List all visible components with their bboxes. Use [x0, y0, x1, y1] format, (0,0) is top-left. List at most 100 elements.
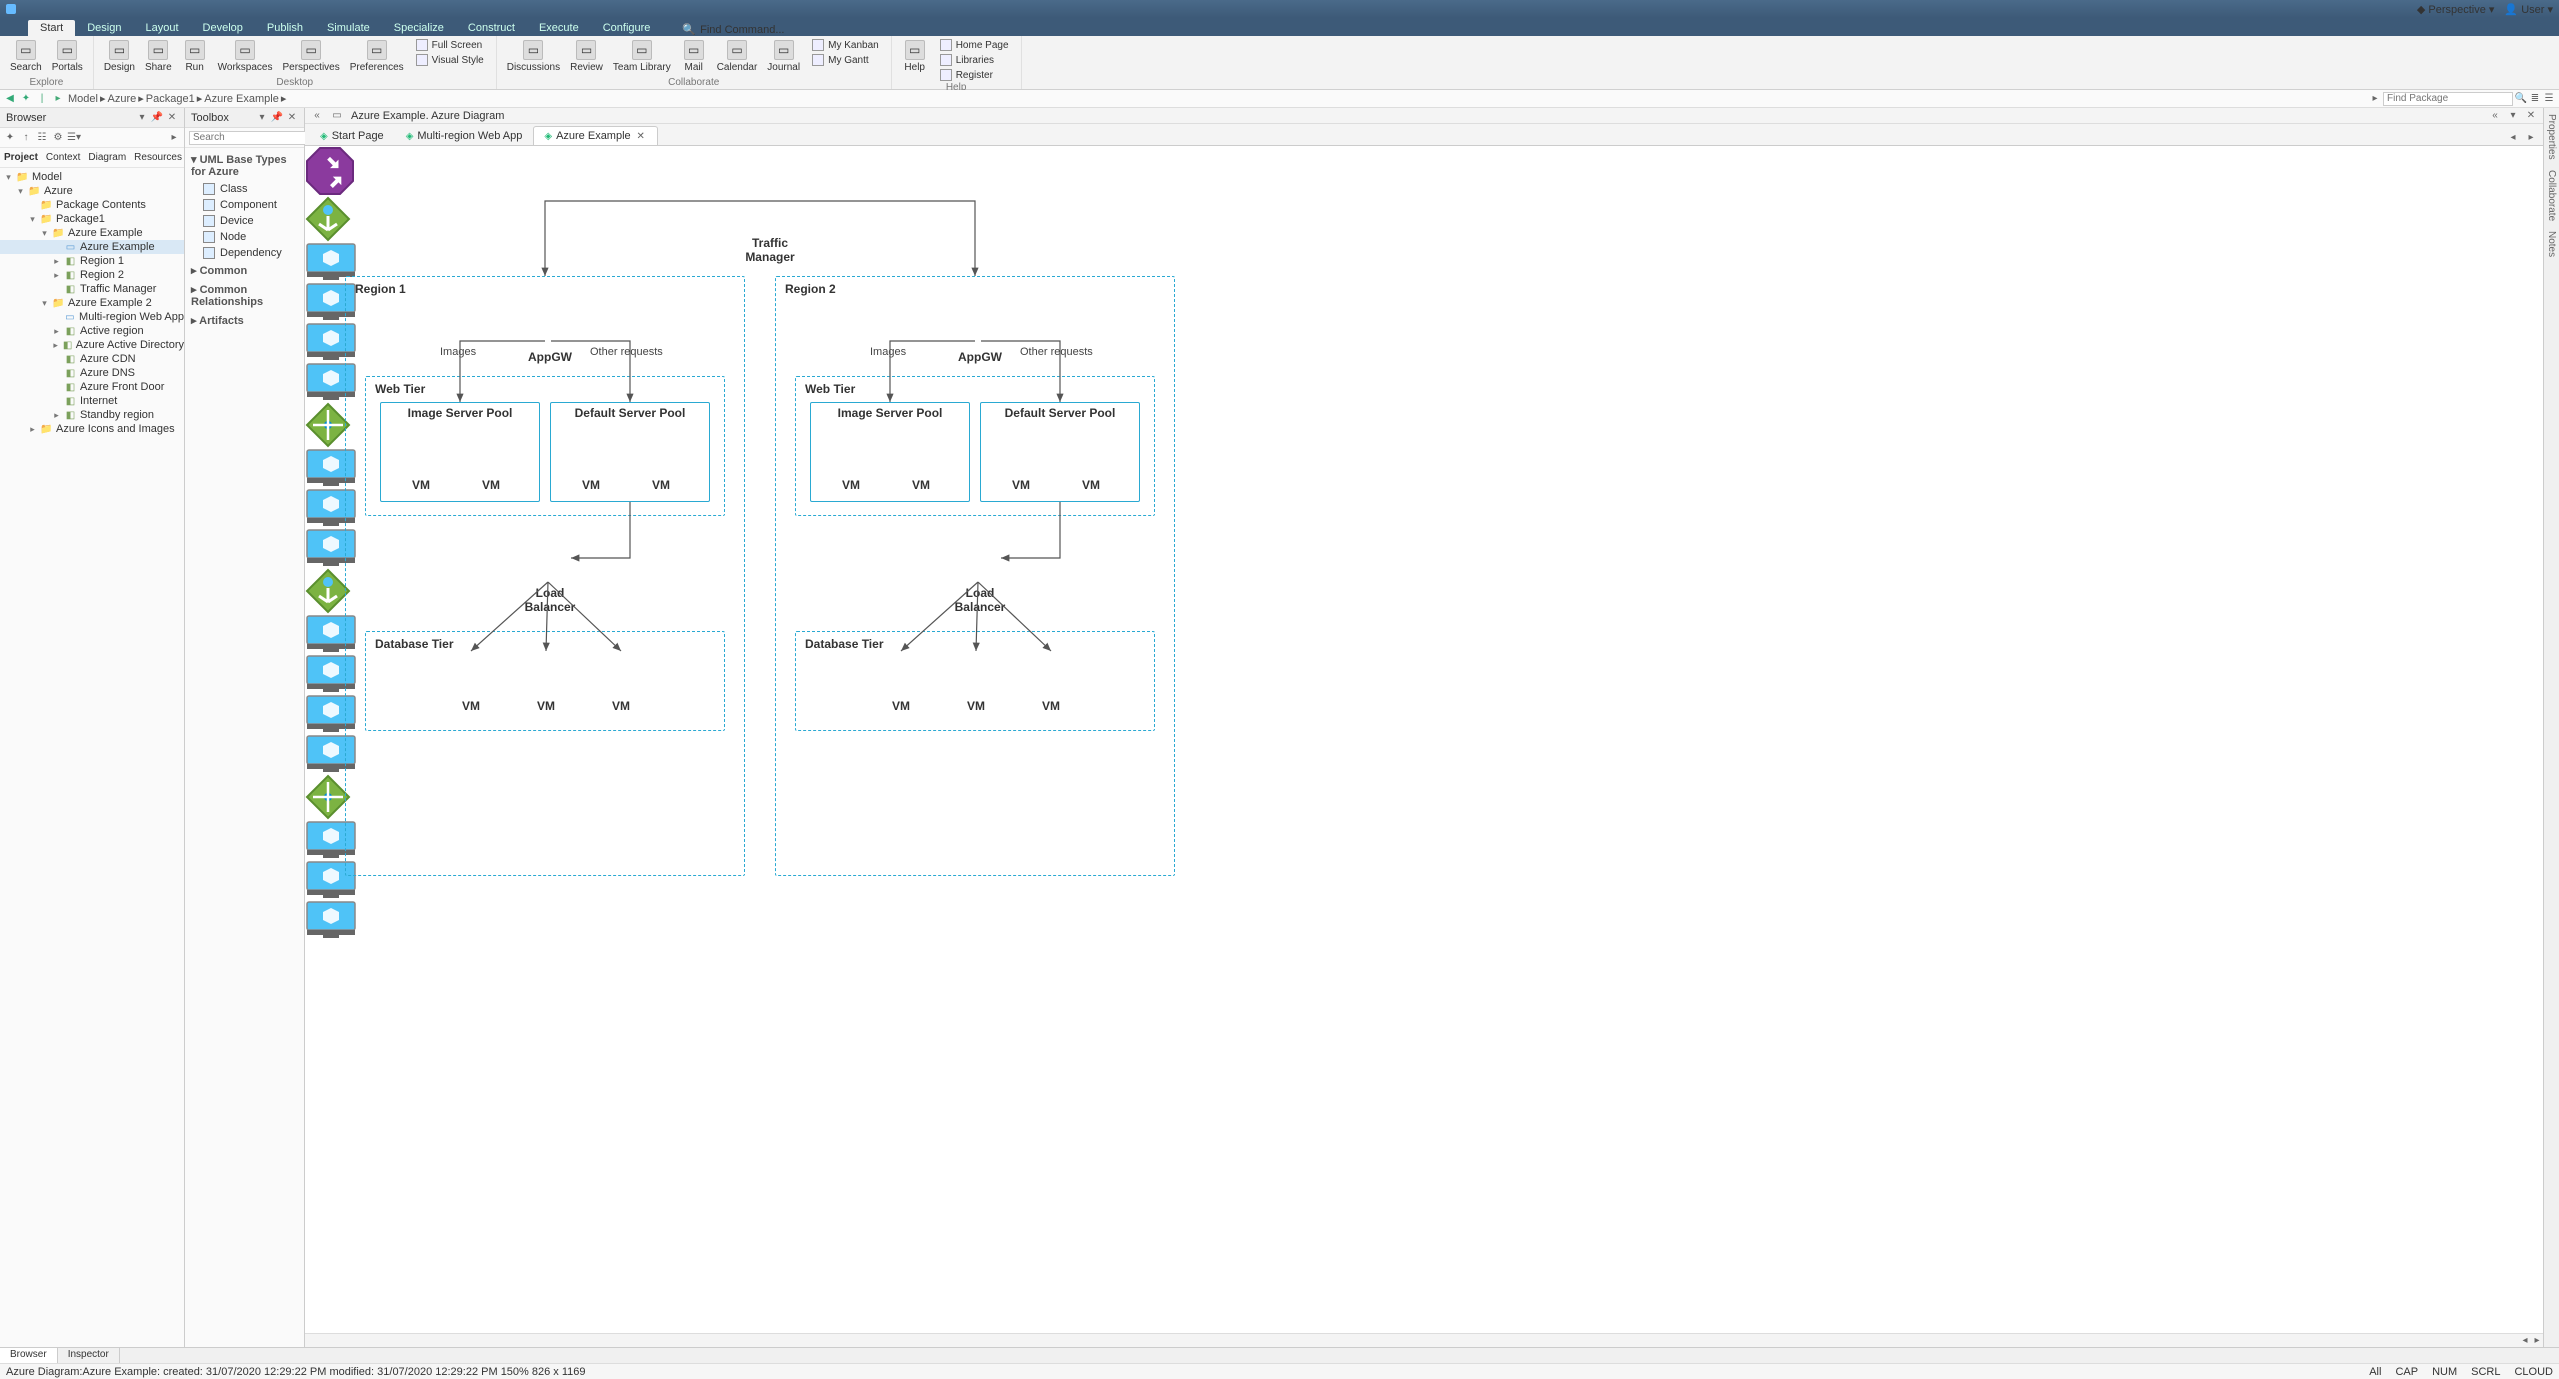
tree-node[interactable]: ◧Azure CDN — [0, 352, 184, 366]
ribbon-perspectives[interactable]: ▭Perspectives — [278, 38, 343, 75]
rail-collaborate[interactable]: Collaborate — [2546, 170, 2557, 221]
vm-node[interactable] — [305, 900, 357, 940]
ribbon-libraries[interactable]: Libraries — [938, 53, 1011, 67]
ribbon-home-page[interactable]: Home Page — [938, 38, 1011, 52]
ribbon-run[interactable]: ▭Run — [178, 38, 212, 75]
tool-icon[interactable]: ⚙ — [52, 132, 64, 144]
close-icon[interactable]: ✕ — [286, 112, 298, 124]
browser-tab-diagram[interactable]: Diagram — [88, 152, 126, 163]
perspective-menu[interactable]: ◆ Perspective ▾ — [2417, 3, 2495, 16]
user-menu[interactable]: 👤 User ▾ — [2504, 3, 2553, 16]
tree-node[interactable]: ◧Azure Front Door — [0, 380, 184, 394]
ribbon-journal[interactable]: ▭Journal — [763, 38, 804, 75]
ctx-dd-icon[interactable]: ▾ — [2507, 110, 2519, 122]
tree-node[interactable]: ▾📁Azure Example 2 — [0, 296, 184, 310]
ribbon-register[interactable]: Register — [938, 68, 1011, 82]
tree-node[interactable]: ▾📁Model — [0, 170, 184, 184]
ribbon-full-screen[interactable]: Full Screen — [414, 38, 486, 52]
toolbox-item-node[interactable]: Node — [189, 229, 300, 245]
find-package-input[interactable] — [2383, 92, 2513, 106]
toolbox-item-device[interactable]: Device — [189, 213, 300, 229]
ribbon-workspaces[interactable]: ▭Workspaces — [214, 38, 277, 75]
ribbon-help[interactable]: ▭Help — [898, 38, 932, 75]
crumb-0[interactable]: Model — [68, 93, 98, 105]
menu-icon[interactable]: ☰ — [2543, 93, 2555, 105]
menu-tab-design[interactable]: Design — [75, 20, 133, 36]
crumb-2[interactable]: Package1 — [146, 93, 195, 105]
ribbon-my-gantt[interactable]: My Gantt — [810, 53, 881, 67]
menu-tab-configure[interactable]: Configure — [591, 20, 663, 36]
traffic-manager-node[interactable] — [305, 146, 355, 196]
tab-next-icon[interactable]: ▸ — [2525, 131, 2537, 143]
menu-tab-simulate[interactable]: Simulate — [315, 20, 382, 36]
crumb-3[interactable]: Azure Example — [204, 93, 279, 105]
tree-node[interactable]: ▾📁Package1 — [0, 212, 184, 226]
tree-icon[interactable]: ☷ — [36, 132, 48, 144]
ribbon-search[interactable]: ▭Search — [6, 38, 46, 75]
tree-node[interactable]: ▭Multi-region Web App — [0, 310, 184, 324]
ctx-close-icon[interactable]: ✕ — [2525, 110, 2537, 122]
breadcrumb[interactable]: Model▸Azure▸Package1▸Azure Example▸ — [68, 92, 288, 105]
list-icon[interactable]: ☰▾ — [68, 132, 80, 144]
tree-node[interactable]: ▸◧Region 1 — [0, 254, 184, 268]
diagram-canvas[interactable]: TrafficManagerRegion 1AppGWImagesOther r… — [305, 146, 1505, 946]
ribbon-visual-style[interactable]: Visual Style — [414, 53, 486, 67]
ribbon-team-library[interactable]: ▭Team Library — [609, 38, 675, 75]
browser-tab-resources[interactable]: Resources — [134, 152, 182, 163]
tree-node[interactable]: ▾📁Azure Example — [0, 226, 184, 240]
ribbon-share[interactable]: ▭Share — [141, 38, 176, 75]
ctx-back-icon[interactable]: « — [311, 110, 323, 122]
toolbox-list[interactable]: ▾ UML Base Types for AzureClassComponent… — [185, 148, 304, 1347]
menu-tab-layout[interactable]: Layout — [133, 20, 190, 36]
tab-prev-icon[interactable]: ◂ — [2507, 131, 2519, 143]
close-tab-icon[interactable]: ✕ — [635, 130, 647, 142]
tree-node[interactable]: ▸◧Standby region — [0, 408, 184, 422]
hscroll-left-icon[interactable]: ◂ — [2519, 1334, 2531, 1346]
ctx-diagram-icon[interactable]: ▭ — [331, 110, 343, 122]
tree-node[interactable]: ▸◧Azure Active Directory — [0, 338, 184, 352]
ribbon-mail[interactable]: ▭Mail — [677, 38, 711, 75]
ribbon-calendar[interactable]: ▭Calendar — [713, 38, 762, 75]
toolbox-cat[interactable]: ▾ UML Base Types for Azure — [189, 150, 300, 181]
browser-tab-project[interactable]: Project — [4, 152, 38, 163]
ribbon-my-kanban[interactable]: My Kanban — [810, 38, 881, 52]
region-box[interactable] — [345, 276, 745, 876]
menu-tab-construct[interactable]: Construct — [456, 20, 527, 36]
find-command[interactable]: 🔍Find Command... — [682, 23, 784, 36]
breadcrumb-expand-icon[interactable]: ▸ — [2369, 93, 2381, 105]
pin2-icon[interactable]: 📌 — [151, 112, 163, 124]
tree-node[interactable]: ▭Azure Example — [0, 240, 184, 254]
toolbox-item-component[interactable]: Component — [189, 197, 300, 213]
bottom-tab-browser[interactable]: Browser — [0, 1348, 58, 1363]
bottom-tab-inspector[interactable]: Inspector — [58, 1348, 120, 1363]
hscroll-right-icon[interactable]: ▸ — [2531, 1334, 2543, 1346]
up-icon[interactable]: ↑ — [20, 132, 32, 144]
rail-properties[interactable]: Properties — [2546, 114, 2557, 160]
ribbon-preferences[interactable]: ▭Preferences — [346, 38, 408, 75]
ribbon-discussions[interactable]: ▭Discussions — [503, 38, 564, 75]
tree-node[interactable]: ◧Internet — [0, 394, 184, 408]
toolbox-item-dependency[interactable]: Dependency — [189, 245, 300, 261]
ribbon-design[interactable]: ▭Design — [100, 38, 139, 75]
nav-back-icon[interactable]: ◀ — [4, 93, 16, 105]
menu-tab-publish[interactable]: Publish — [255, 20, 315, 36]
doc-tab-azure-example[interactable]: ◈Azure Example ✕ — [533, 126, 657, 145]
tree-node[interactable]: ▸◧Region 2 — [0, 268, 184, 282]
ribbon-review[interactable]: ▭Review — [566, 38, 607, 75]
toolbox-item-class[interactable]: Class — [189, 181, 300, 197]
toolbox-cat[interactable]: ▸ Artifacts — [189, 311, 300, 330]
expand-icon[interactable]: ▸ — [168, 132, 180, 144]
toolbox-cat[interactable]: ▸ Common — [189, 261, 300, 280]
pin-icon[interactable]: ▾ — [136, 112, 148, 124]
appgw-node[interactable] — [305, 196, 351, 242]
tree-node[interactable]: ▾📁Azure — [0, 184, 184, 198]
doc-tab-start-page[interactable]: ◈Start Page — [309, 126, 395, 145]
crumb-1[interactable]: Azure — [108, 93, 137, 105]
rail-notes[interactable]: Notes — [2546, 231, 2557, 257]
ctx-collapse-icon[interactable]: « — [2489, 110, 2501, 122]
tree-node[interactable]: ▸📁Azure Icons and Images — [0, 422, 184, 436]
close-icon[interactable]: ✕ — [166, 112, 178, 124]
new-icon[interactable]: ✦ — [4, 132, 16, 144]
search-icon[interactable]: 🔍 — [2515, 93, 2527, 105]
menu-tab-start[interactable]: Start — [28, 20, 75, 36]
